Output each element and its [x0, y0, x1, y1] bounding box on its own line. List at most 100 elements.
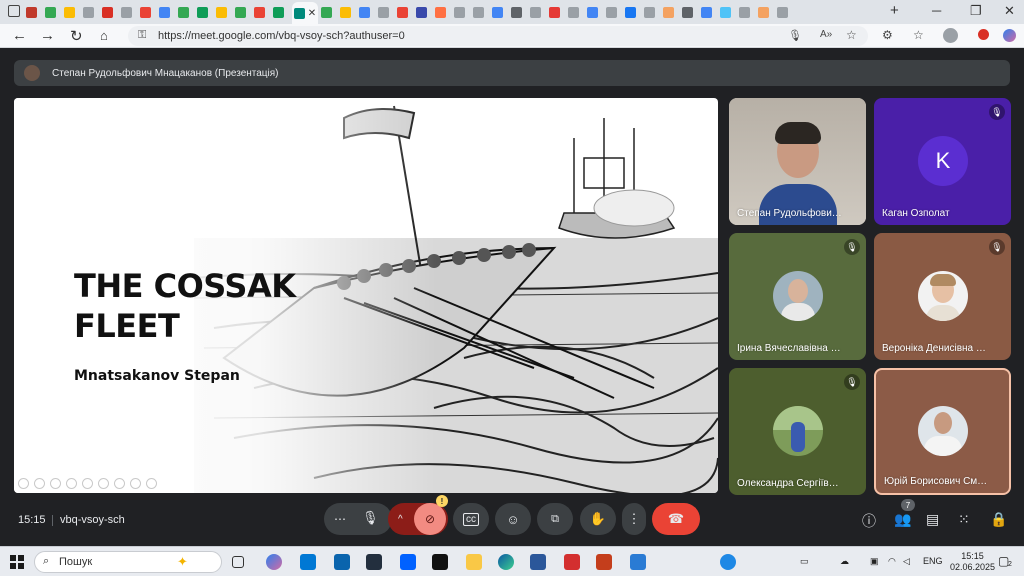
edge-icon[interactable]	[498, 554, 514, 570]
favorite-star-icon[interactable]: ☆	[846, 28, 857, 42]
tab-favicon[interactable]	[720, 6, 731, 18]
forward-icon[interactable]: →	[40, 27, 55, 44]
tab-favicon[interactable]	[178, 6, 189, 18]
tray-volume-icon[interactable]: ◁	[903, 556, 910, 567]
tab-favicon[interactable]	[378, 6, 389, 18]
tab-favicon[interactable]	[197, 6, 208, 18]
tab-favicon[interactable]	[530, 6, 541, 18]
photos-icon[interactable]	[630, 554, 646, 570]
dropbox-icon[interactable]	[400, 554, 416, 570]
tab-favicon[interactable]	[83, 6, 94, 18]
active-tab[interactable]: ✕	[292, 2, 318, 24]
more-audio-options-button[interactable]: ⋯ 🎙	[324, 503, 392, 535]
url-text[interactable]: https://meet.google.com/vbq-vsoy-sch?aut…	[158, 30, 405, 42]
tab-close-icon[interactable]: ✕	[308, 8, 316, 19]
outlook-icon[interactable]	[334, 554, 350, 570]
task-view-icon[interactable]	[232, 556, 244, 568]
back-icon[interactable]: ←	[12, 27, 27, 44]
mic-permission-icon[interactable]: 🎙	[788, 29, 802, 42]
store-icon[interactable]	[300, 554, 316, 570]
more-options-button[interactable]: ⋮	[622, 503, 646, 535]
tab-favicon[interactable]	[102, 6, 113, 18]
tab-favicon[interactable]	[254, 6, 265, 18]
tab-favicon[interactable]	[701, 6, 712, 18]
taskbar-clock[interactable]: 15:15 02.06.2025	[950, 551, 995, 573]
word-icon[interactable]	[530, 554, 546, 570]
tab-actions-icon[interactable]	[8, 5, 20, 17]
tray-camera-icon[interactable]: ▣	[870, 556, 879, 567]
tab-favicon[interactable]	[492, 6, 503, 18]
new-tab-icon[interactable]: +	[890, 2, 899, 19]
notification-dot-icon[interactable]	[978, 29, 989, 40]
tray-wifi-icon[interactable]: ◠	[888, 556, 896, 567]
tab-favicon[interactable]	[663, 6, 674, 18]
favorites-icon[interactable]: ☆	[913, 28, 924, 42]
activities-icon[interactable]: ⁙	[958, 511, 970, 528]
site-info-icon[interactable]: ⚿	[138, 29, 146, 42]
tab-favicon[interactable]	[26, 6, 37, 18]
participant-tile-active-speaker[interactable]: Юрій Борисович См…	[874, 368, 1011, 495]
host-controls-icon[interactable]: 🔒	[990, 511, 1007, 528]
windows-start-icon[interactable]	[10, 555, 24, 569]
meeting-info-icon[interactable]: ⓘ	[862, 511, 876, 531]
slide-more-icon[interactable]	[146, 478, 157, 489]
slide-prev-icon[interactable]	[18, 478, 29, 489]
raise-hand-button[interactable]: ✋	[580, 503, 616, 535]
taskbar-search[interactable]: ⌕ Пошук ✦	[34, 551, 222, 573]
participant-tile[interactable]: 🎙 Ірина Вячеславівна …	[729, 233, 866, 360]
tab-favicon[interactable]	[359, 6, 370, 18]
acrobat-icon[interactable]	[564, 554, 580, 570]
address-bar[interactable]: ⚿ https://meet.google.com/vbq-vsoy-sch?a…	[128, 26, 868, 46]
tab-favicon[interactable]	[587, 6, 598, 18]
slide-grid-icon[interactable]	[98, 478, 109, 489]
input-language[interactable]: ENG	[923, 556, 943, 566]
reload-icon[interactable]: ↻	[70, 27, 83, 45]
video-options-button[interactable]: ^ ⊘ !	[388, 495, 448, 535]
participant-tile[interactable]: 🎙 Вероніка Денисівна …	[874, 233, 1011, 360]
tab-favicon[interactable]	[64, 6, 75, 18]
captions-button[interactable]: cc	[453, 503, 489, 535]
tab-favicon[interactable]	[568, 6, 579, 18]
tab-favicon[interactable]	[625, 6, 636, 18]
participant-tile[interactable]: Степан Рудольфови…	[729, 98, 866, 225]
tab-favicon[interactable]	[159, 6, 170, 18]
amazon-icon[interactable]	[366, 554, 382, 570]
chat-icon[interactable]: ▤	[926, 511, 939, 528]
file-explorer-icon[interactable]	[466, 554, 482, 570]
tiktok-icon[interactable]	[432, 554, 448, 570]
tray-battery-icon[interactable]: ▭	[800, 556, 809, 567]
tab-favicon[interactable]	[473, 6, 484, 18]
tab-favicon[interactable]	[644, 6, 655, 18]
participant-tile[interactable]: 🎙 Олександра Сергіїв…	[729, 368, 866, 495]
home-icon[interactable]: ⌂	[100, 28, 108, 43]
extensions-icon[interactable]: ⚙	[882, 28, 893, 42]
slide-camera-icon[interactable]	[130, 478, 141, 489]
slide-zoom-icon[interactable]	[82, 478, 93, 489]
tab-favicon[interactable]	[416, 6, 427, 18]
tab-favicon[interactable]	[216, 6, 227, 18]
maximize-icon[interactable]: ❐	[970, 3, 982, 19]
search-placeholder[interactable]: Пошук	[59, 556, 92, 568]
tab-favicon[interactable]	[606, 6, 617, 18]
tab-favicon[interactable]	[739, 6, 750, 18]
tab-favicon[interactable]	[454, 6, 465, 18]
tab-favicon[interactable]	[777, 6, 788, 18]
tab-favicon[interactable]	[321, 6, 332, 18]
tab-favicon[interactable]	[121, 6, 132, 18]
tab-favicon[interactable]	[45, 6, 56, 18]
participant-tile[interactable]: 🎙 K Каган Озполат	[874, 98, 1011, 225]
copilot-icon[interactable]	[1003, 29, 1016, 42]
close-window-icon[interactable]: ✕	[1004, 3, 1015, 19]
tab-favicon[interactable]	[758, 6, 769, 18]
tab-favicon[interactable]	[682, 6, 693, 18]
tab-favicon[interactable]	[235, 6, 246, 18]
camera-off-button[interactable]: ⊘	[414, 503, 446, 535]
tab-favicon[interactable]	[435, 6, 446, 18]
people-icon[interactable]: 👥	[894, 511, 911, 528]
tab-favicon[interactable]	[549, 6, 560, 18]
slide-copy-icon[interactable]	[66, 478, 77, 489]
microphone-icon[interactable]: 🎙	[362, 510, 379, 526]
present-button[interactable]: ⧉	[537, 503, 573, 535]
slide-next-icon[interactable]	[34, 478, 45, 489]
tab-favicon[interactable]	[273, 6, 284, 18]
